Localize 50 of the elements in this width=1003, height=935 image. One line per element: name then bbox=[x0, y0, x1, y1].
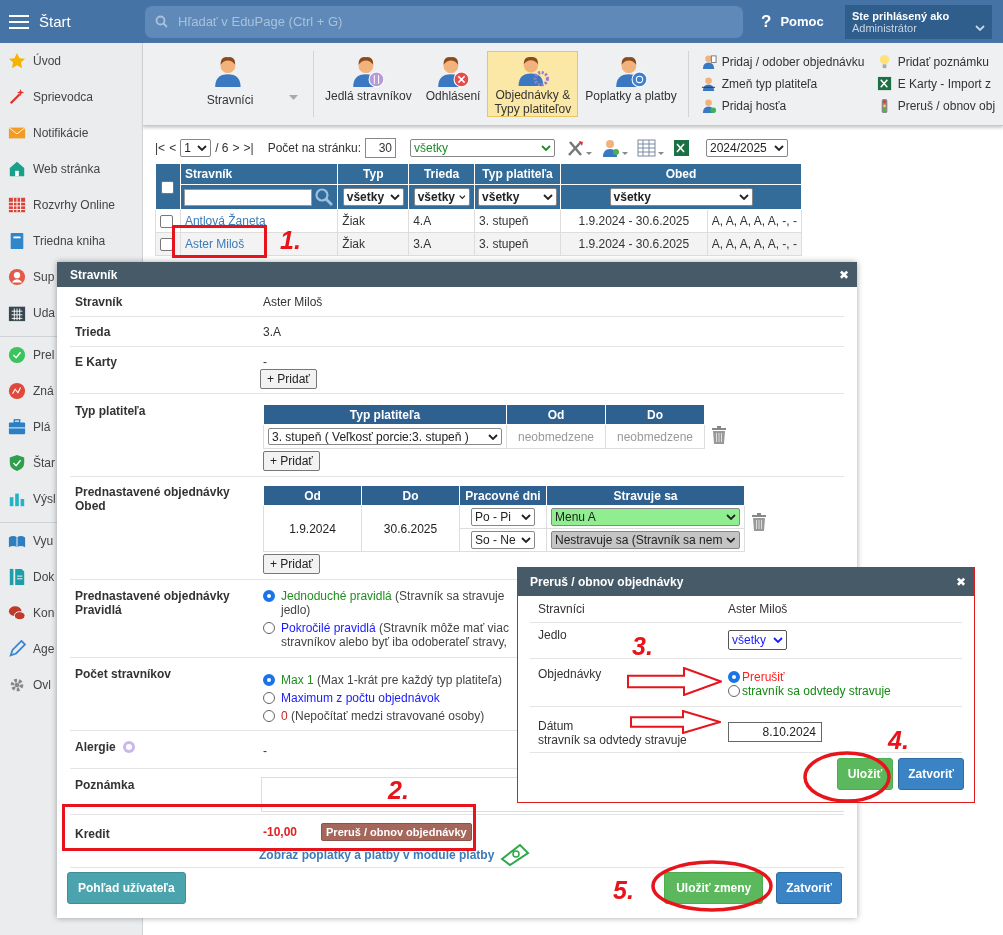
column-header: Pracovné dni bbox=[459, 485, 547, 506]
field-label: Prednastavené objednávky Pravidlá bbox=[75, 589, 230, 617]
table-cell: neobmedzene bbox=[517, 429, 595, 444]
field-value: 3.A bbox=[263, 325, 281, 339]
field-value: Aster Miloš bbox=[728, 602, 788, 616]
per-page-label: Počet na stránku: bbox=[267, 141, 361, 155]
field-label: Alergie bbox=[75, 740, 116, 754]
column-header: Od bbox=[263, 485, 362, 506]
type-cell: Žiak bbox=[342, 237, 365, 251]
column-header: Do bbox=[361, 485, 460, 506]
class-cell: 3.A bbox=[413, 237, 432, 251]
field-value: - bbox=[263, 355, 267, 369]
field-label: Stravníci bbox=[538, 602, 585, 616]
payer-cell: 3. stupeň bbox=[479, 237, 529, 251]
field-label: E Karty bbox=[75, 355, 118, 369]
field-label: Poznámka bbox=[75, 778, 135, 792]
period-cell: 1.9.2024 - 30.6.2025 bbox=[578, 237, 690, 251]
step-number: 2. bbox=[388, 776, 409, 804]
field-label: Prednastavené objednávky Obed bbox=[75, 485, 230, 513]
field-value: - bbox=[263, 743, 267, 758]
credit-value: -10,00 bbox=[263, 825, 298, 839]
class-cell: 4.A bbox=[413, 214, 432, 228]
dialog-title: Preruš / obnov objednávky bbox=[530, 575, 684, 589]
page-count: / 6 bbox=[215, 141, 229, 155]
step-number: 4. bbox=[888, 726, 909, 754]
field-label: Dátum stravník sa odvtedy stravuje bbox=[538, 719, 687, 747]
table-cell: 1.9.2024 bbox=[289, 521, 336, 536]
step-number: 1. bbox=[280, 226, 301, 254]
field-label: Počet stravníkov bbox=[75, 667, 172, 681]
field-label: Kredit bbox=[75, 826, 110, 841]
table-cell: neobmedzene bbox=[616, 429, 694, 444]
period-cell: 1.9.2024 - 30.6.2025 bbox=[578, 214, 690, 228]
dialog-title: Stravník bbox=[70, 267, 118, 282]
meals-cell: A, A, A, A, A, -, - bbox=[711, 214, 797, 228]
column-header: Od bbox=[506, 404, 606, 425]
column-header: Do bbox=[605, 404, 705, 425]
field-label: Stravník bbox=[75, 295, 123, 309]
field-label: Jedlo bbox=[538, 628, 567, 642]
column-header: Typ platiteľa bbox=[263, 404, 507, 425]
type-cell: Žiak bbox=[342, 214, 365, 228]
meals-cell: A, A, A, A, A, -, - bbox=[711, 237, 797, 251]
table-cell: 30.6.2025 bbox=[383, 521, 438, 536]
payer-cell: 3. stupeň bbox=[479, 214, 529, 228]
step-number: 3. bbox=[632, 632, 653, 660]
field-label: Trieda bbox=[75, 325, 111, 339]
step-number: 5. bbox=[613, 876, 634, 904]
field-label: Objednávky bbox=[538, 667, 602, 681]
column-header: Stravuje sa bbox=[546, 485, 745, 506]
field-label: Typ platiteľa bbox=[75, 404, 146, 418]
field-value: Aster Miloš bbox=[263, 295, 323, 309]
